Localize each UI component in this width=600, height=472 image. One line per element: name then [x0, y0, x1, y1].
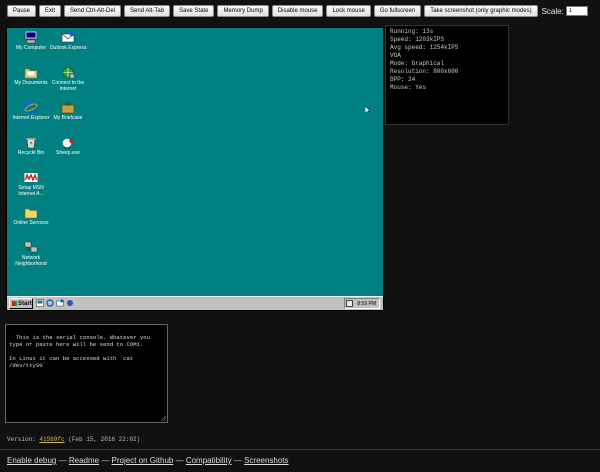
pause-button[interactable]: Pause [7, 5, 37, 17]
ie-quicklaunch-icon[interactable] [46, 299, 54, 307]
outlook-quicklaunch-icon[interactable] [56, 299, 64, 307]
info-line: Running: 13s [390, 28, 434, 35]
connect-icon [62, 67, 75, 79]
start-button[interactable]: Start [9, 298, 33, 309]
show-desktop-icon[interactable] [36, 299, 44, 307]
scale-label: Scale: [541, 6, 564, 16]
lock-mouse-button[interactable]: Lock mouse [326, 5, 371, 17]
desktop-icon-label: Network Neighborhood [15, 255, 47, 267]
desktop-icon-label: My Computer [15, 45, 46, 51]
msn-icon [24, 172, 38, 182]
exit-button[interactable]: Exit [39, 5, 62, 17]
save-state-button[interactable]: Save State [173, 5, 215, 17]
version-date: (Feb 15, 2016 22:02) [64, 436, 141, 443]
scale-input[interactable] [565, 6, 588, 16]
desktop-icon-label: Outlook Express [49, 45, 87, 51]
desktop-icon-my-briefcase[interactable]: My Briefcase [48, 101, 88, 121]
desktop-icon-label: Internet Explorer [12, 115, 50, 121]
emulator-info-panel: Running: 13s Speed: 1203kIPS Avg speed: 12… [386, 26, 508, 124]
info-line: Resolution: 800x600 [390, 68, 459, 75]
folder-icon [24, 208, 38, 219]
desktop-icon-label: Sheep.exe [56, 150, 80, 156]
send-alt-tab-button[interactable]: Send Alt-Tab [124, 5, 171, 17]
ie-icon [24, 101, 38, 114]
footer-links: Enable debug — Readme — Project on Githu… [7, 456, 289, 465]
info-line: Mode: Graphical [390, 60, 445, 67]
footer-separator: — [173, 456, 186, 465]
take-screenshot-button[interactable]: Take screenshot (only graphic modes) [424, 5, 538, 17]
sheep-icon [62, 138, 74, 149]
network-icon [24, 241, 38, 253]
version-prefix: Version: [7, 436, 40, 443]
desktop-icon-network-neighborhood[interactable]: Network Neighborhood [11, 241, 51, 267]
windows-logo-icon [12, 301, 17, 306]
desktop-icon-label: Connect to the Internet [51, 80, 85, 92]
info-line: BPP: 24 [390, 76, 416, 83]
send-ctrl-alt-del-button[interactable]: Send Ctrl-Alt-Del [64, 5, 122, 17]
footer-separator: — [231, 456, 245, 465]
channels-quicklaunch-icon[interactable] [66, 299, 74, 307]
desktop-icon-internet-explorer[interactable]: Internet Explorer [11, 101, 51, 121]
compatibility-link[interactable]: Compatibility [186, 456, 232, 465]
serial-console-text: This is the serial console. Whatever you… [9, 334, 150, 369]
taskbar-clock[interactable]: 8:59 PM [357, 301, 376, 307]
emulator-screen[interactable]: My Computer Outlook Express My Documents… [7, 28, 383, 310]
desktop-icon-my-documents[interactable]: My Documents [11, 66, 51, 86]
taskbar: Start 8:59 PM [7, 296, 383, 310]
computer-icon [24, 31, 38, 44]
readme-link[interactable]: Readme [69, 456, 99, 465]
go-fullscreen-button[interactable]: Go fullscreen [373, 5, 422, 17]
desktop-icon-label: My Briefcase [53, 115, 83, 121]
version-hash-link[interactable]: 415b9fc [39, 436, 64, 443]
serial-console-textarea[interactable]: This is the serial console. Whatever you… [5, 324, 168, 423]
enable-debug-link[interactable]: Enable debug [7, 456, 56, 465]
desktop-icon-setup-msn[interactable]: Setup MSN Internet A... [11, 171, 51, 197]
mail-icon [61, 31, 75, 43]
tray-icon[interactable] [346, 300, 354, 307]
desktop-icon-sheep[interactable]: Sheep.exe [48, 136, 88, 156]
desktop-icon-label: Recycle Bin [17, 150, 45, 156]
footer-divider [0, 449, 600, 450]
desktop-icon-outlook-express[interactable]: Outlook Express [48, 31, 88, 51]
desktop-icon-label: Setup MSN Internet A... [18, 185, 44, 197]
emulator-toolbar: Pause Exit Send Ctrl-Alt-Del Send Alt-Ta… [7, 4, 588, 18]
info-line: VGA [390, 52, 401, 59]
screenshots-link[interactable]: Screenshots [244, 456, 288, 465]
resize-grip-icon[interactable] [161, 416, 166, 421]
briefcase-icon [61, 102, 75, 114]
folder-icon [24, 68, 38, 79]
footer-separator: — [99, 456, 112, 465]
github-link[interactable]: Project on Github [112, 456, 174, 465]
info-line: Speed: 1203kIPS [390, 36, 445, 43]
desktop-icon-recycle-bin[interactable]: Recycle Bin [11, 136, 51, 156]
desktop-icon-label: My Documents [14, 80, 48, 86]
memory-dump-button[interactable]: Memory Dump [217, 5, 269, 17]
desktop-icon-connect-to-internet[interactable]: Connect to the Internet [48, 66, 88, 92]
info-line: Avg speed: 1254kIPS [390, 44, 459, 51]
desktop-icon-my-computer[interactable]: My Computer [11, 31, 51, 51]
mouse-cursor-icon [365, 106, 371, 115]
recycle-bin-icon [26, 138, 36, 149]
info-line: Mouse: Yes [390, 84, 427, 91]
system-tray: 8:59 PM [344, 298, 380, 309]
footer-separator: — [56, 456, 69, 465]
desktop-icon-label: Online Services [13, 220, 49, 226]
version-line: Version: 415b9fc (Feb 15, 2016 22:02) [7, 436, 140, 443]
start-label: Start [18, 300, 32, 307]
desktop-icon-online-services[interactable]: Online Services [11, 206, 51, 226]
disable-mouse-button[interactable]: Disable mouse [271, 5, 324, 17]
